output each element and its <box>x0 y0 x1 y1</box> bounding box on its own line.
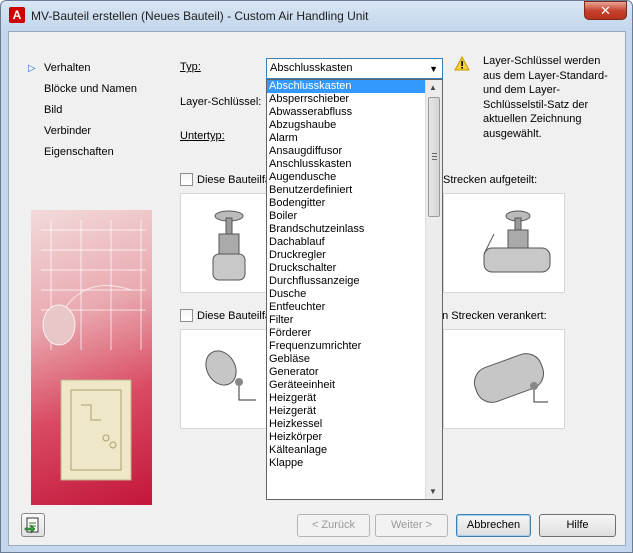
close-button[interactable]: ✕ <box>584 1 627 20</box>
typ-option[interactable]: Kälteanlage <box>267 444 442 457</box>
next-button[interactable]: Weiter > <box>375 514 448 537</box>
anchor-preview-left <box>180 329 268 429</box>
typ-option[interactable]: Ansaugdiffusor <box>267 145 442 158</box>
layer-key-info-text: Layer-Schlüssel werden aus dem Layer-Sta… <box>483 55 608 140</box>
help-button[interactable]: Hilfe <box>539 514 616 537</box>
typ-option[interactable]: Absperrschieber <box>267 93 442 106</box>
typ-option[interactable]: Abschlusskasten <box>267 80 442 93</box>
typ-option[interactable]: Brandschutzeinlass <box>267 223 442 236</box>
split-checkbox-label-tail: Strecken aufgeteilt: <box>443 174 537 186</box>
warning-icon <box>454 55 470 74</box>
typ-option[interactable]: Abzugshaube <box>267 119 442 132</box>
typ-option[interactable]: Heizgerät <box>267 392 442 405</box>
nav-item-bloecke[interactable]: Blöcke und Namen <box>23 79 163 100</box>
app-logo-icon: A <box>9 7 25 23</box>
typ-option[interactable]: Heizkessel <box>267 418 442 431</box>
nav-item-verbinder[interactable]: Verbinder <box>23 121 163 142</box>
back-button[interactable]: < Zurück <box>297 514 370 537</box>
nav-item-label: Verbinder <box>44 125 92 137</box>
typ-label-text: Typ: <box>180 61 201 73</box>
typ-option[interactable]: Benutzerdefiniert <box>267 184 442 197</box>
nav-item-label: Eigenschaften <box>44 146 114 158</box>
typ-option[interactable]: Anschlusskasten <box>267 158 442 171</box>
window-title: MV-Bauteil erstellen (Neues Bauteil) - C… <box>31 9 369 23</box>
nav-item-label: Bild <box>44 104 63 116</box>
typ-option[interactable]: Druckregler <box>267 249 442 262</box>
typ-option[interactable]: Bodengitter <box>267 197 442 210</box>
typ-option[interactable]: Gebläse <box>267 353 442 366</box>
nav-item-verhalten[interactable]: ▷ Verhalten <box>23 58 163 79</box>
anchor-checkbox-row[interactable]: Diese Bauteilfa <box>180 309 271 322</box>
cancel-button[interactable]: Abbrechen <box>456 514 531 537</box>
nav-item-bild[interactable]: Bild <box>23 100 163 121</box>
typ-option[interactable]: Boiler <box>267 210 442 223</box>
typ-dropdown-list[interactable]: Abschlusskasten Absperrschieber Abwasserab… <box>266 79 443 500</box>
typ-option[interactable]: Abwasserabfluss <box>267 106 442 119</box>
typ-option[interactable]: Heizkörper <box>267 431 442 444</box>
typ-options: Abschlusskasten Absperrschieber Abwasserab… <box>267 80 442 470</box>
typ-option[interactable]: Augendusche <box>267 171 442 184</box>
export-button[interactable] <box>21 513 45 537</box>
split-preview-left <box>180 193 268 293</box>
nav-item-label: Verhalten <box>44 62 91 74</box>
typ-option[interactable]: Generator <box>267 366 442 379</box>
title-bar: A MV-Bauteil erstellen (Neues Bauteil) -… <box>1 1 632 31</box>
typ-label: Typ: <box>180 61 201 73</box>
typ-option[interactable]: Geräteeinheit <box>267 379 442 392</box>
anchor-preview-right <box>443 329 565 429</box>
typ-option[interactable]: Druckschalter <box>267 262 442 275</box>
export-icon <box>24 517 39 534</box>
dropdown-scrollbar[interactable]: ▲ ▼ <box>425 80 442 499</box>
layer-key-label: Layer-Schlüssel: <box>180 96 262 108</box>
typ-combobox[interactable]: Abschlusskasten ▼ <box>266 58 443 79</box>
triangle-right-icon: ▷ <box>28 63 36 74</box>
split-label-tail-text: Strecken aufgeteilt: <box>443 174 538 186</box>
split-checkbox-row[interactable]: Diese Bauteilfa <box>180 173 271 186</box>
typ-option[interactable]: Klappe <box>267 457 442 470</box>
wizard-side-image <box>31 210 152 505</box>
anchor-checkbox-label-tail: en Strecken verankert: <box>436 310 547 322</box>
dialog-window: A MV-Bauteil erstellen (Neues Bauteil) -… <box>0 0 633 553</box>
chevron-down-icon: ▼ <box>429 64 438 74</box>
scrollbar-thumb[interactable] <box>428 97 440 217</box>
untertyp-label-text: Untertyp: <box>180 130 225 142</box>
typ-option[interactable]: Frequenzumrichter <box>267 340 442 353</box>
typ-option[interactable]: Förderer <box>267 327 442 340</box>
split-preview-right <box>443 193 565 293</box>
typ-option[interactable]: Dachablauf <box>267 236 442 249</box>
nav-item-eigenschaften[interactable]: Eigenschaften <box>23 142 163 163</box>
typ-option[interactable]: Dusche <box>267 288 442 301</box>
typ-option[interactable]: Durchflussanzeige <box>267 275 442 288</box>
dialog-body: ▷ Verhalten Blöcke und Namen Bild Verbin… <box>8 31 626 546</box>
untertyp-label: Untertyp: <box>180 130 225 142</box>
typ-option[interactable]: Heizgerät <box>267 405 442 418</box>
typ-option[interactable]: Filter <box>267 314 442 327</box>
nav-list: ▷ Verhalten Blöcke und Namen Bild Verbin… <box>23 58 163 163</box>
split-checkbox-label: Diese Bauteilfa <box>197 173 271 186</box>
typ-combobox-value: Abschlusskasten <box>270 62 353 74</box>
typ-option[interactable]: Alarm <box>267 132 442 145</box>
scroll-up-icon[interactable]: ▲ <box>429 83 437 92</box>
scroll-down-icon[interactable]: ▼ <box>429 487 437 496</box>
anchor-checkbox[interactable] <box>180 309 193 322</box>
split-checkbox[interactable] <box>180 173 193 186</box>
anchor-checkbox-label: Diese Bauteilfa <box>197 309 271 322</box>
typ-option[interactable]: Entfeuchter <box>267 301 442 314</box>
nav-item-label: Blöcke und Namen <box>44 83 137 95</box>
